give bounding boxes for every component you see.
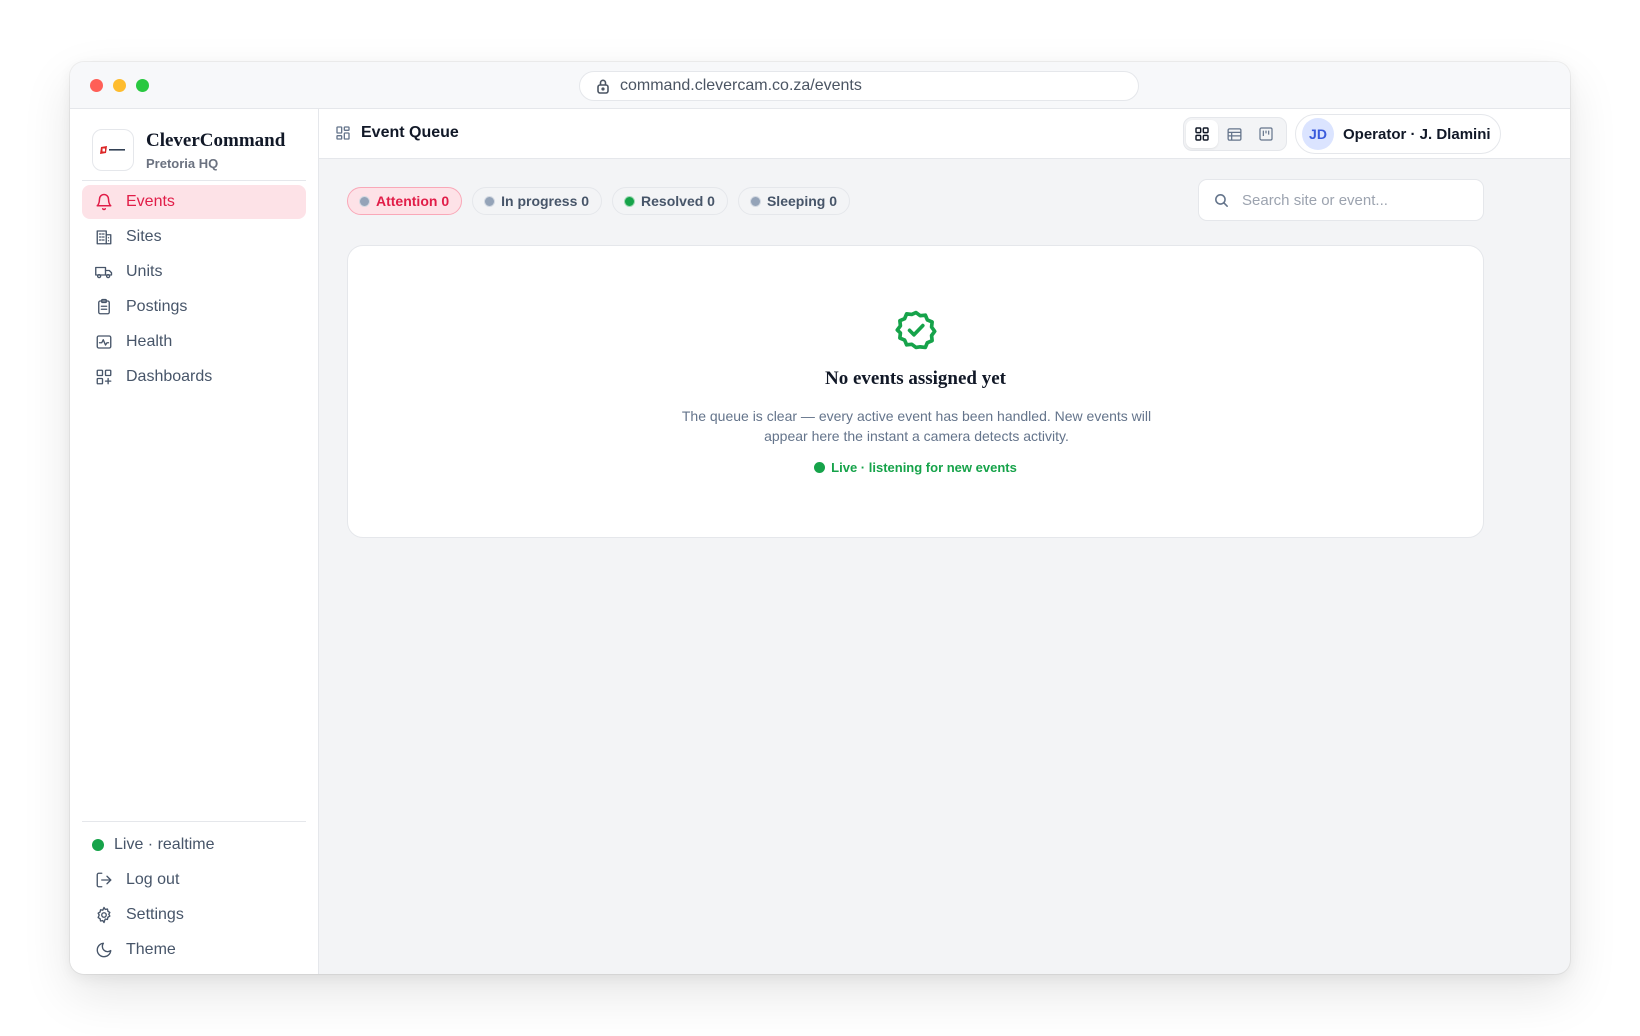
page-title: Event Queue bbox=[335, 124, 459, 142]
search-icon bbox=[1215, 193, 1228, 207]
status-dot bbox=[359, 195, 370, 207]
empty-state-description: The queue is clear — every active event … bbox=[681, 408, 1152, 444]
user-menu[interactable]: JD Operator · J. Dlamini bbox=[1295, 114, 1501, 154]
browser-titlebar: command.clevercam.co.za/events bbox=[70, 62, 1570, 109]
live-status: Live · realtime bbox=[82, 828, 306, 862]
activity-icon bbox=[94, 332, 114, 352]
sidebar-item-events[interactable]: Events bbox=[82, 185, 306, 219]
lock-icon bbox=[597, 79, 609, 94]
sidebar-item-units[interactable]: Units bbox=[82, 255, 306, 289]
clipboard-icon bbox=[94, 297, 114, 317]
chip-label: Sleeping 0 bbox=[766, 193, 837, 209]
chip-label: In progress 0 bbox=[501, 193, 590, 209]
moon-icon bbox=[94, 940, 114, 960]
app-window: command.clevercam.co.za/events CleverCom… bbox=[70, 62, 1570, 974]
live-status-label: Live · realtime bbox=[114, 836, 215, 853]
search-box bbox=[1198, 179, 1484, 221]
close-window-button[interactable] bbox=[90, 79, 103, 92]
board-view-button[interactable] bbox=[1250, 120, 1282, 148]
gear-icon bbox=[94, 905, 114, 925]
grid-view-button[interactable] bbox=[1186, 120, 1218, 148]
sidebar-footer: Live · realtime Log out Settings Theme bbox=[82, 828, 306, 968]
live-indicator-text: Live · listening for new events bbox=[831, 460, 1017, 475]
status-dot bbox=[484, 195, 496, 207]
brand-name: CleverCommand bbox=[146, 129, 286, 151]
sidebar-item-dashboards[interactable]: Dashboards bbox=[82, 360, 306, 394]
user-name: Operator · J. Dlamini bbox=[1343, 125, 1491, 143]
empty-state-title: No events assigned yet bbox=[824, 368, 1007, 389]
view-mode-toggle bbox=[1183, 117, 1287, 151]
layout-icon bbox=[336, 126, 350, 140]
badge-check-icon bbox=[895, 310, 937, 350]
sidebar-item-sites[interactable]: Sites bbox=[82, 220, 306, 254]
settings-button[interactable]: Settings bbox=[82, 898, 306, 932]
status-dot bbox=[624, 195, 636, 207]
filter-chip-resolved[interactable]: Resolved 0 bbox=[612, 187, 728, 215]
sidebar: CleverCommand Pretoria HQ Events Sites U… bbox=[70, 109, 319, 974]
search-input[interactable] bbox=[1242, 191, 1472, 209]
filter-chip-in-progress[interactable]: In progress 0 bbox=[472, 187, 603, 215]
sidebar-divider bbox=[82, 180, 306, 181]
maximize-window-button[interactable] bbox=[136, 79, 149, 92]
sidebar-divider bbox=[82, 821, 306, 822]
settings-label: Settings bbox=[126, 906, 184, 923]
table-list-icon bbox=[1226, 127, 1242, 141]
main-content: Attention 0 In progress 0 Resolved 0 Sle… bbox=[319, 159, 1570, 974]
logout-label: Log out bbox=[126, 871, 180, 888]
sidebar-item-health[interactable]: Health bbox=[82, 325, 306, 359]
sidebar-item-label: Postings bbox=[126, 298, 188, 315]
theme-button[interactable]: Theme bbox=[82, 933, 306, 967]
brand[interactable]: CleverCommand Pretoria HQ bbox=[92, 129, 285, 171]
sidebar-nav: Events Sites Units Postings Health Dashb… bbox=[82, 185, 306, 395]
building-icon bbox=[94, 227, 114, 247]
chip-label: Resolved 0 bbox=[641, 193, 715, 209]
grid-icon bbox=[1195, 127, 1209, 141]
sidebar-item-label: Units bbox=[126, 263, 163, 280]
status-filters: Attention 0 In progress 0 Resolved 0 Sle… bbox=[347, 187, 860, 215]
theme-label: Theme bbox=[126, 941, 176, 958]
logout-icon bbox=[94, 870, 114, 890]
dashboard-grid-icon bbox=[94, 367, 114, 387]
logout-button[interactable]: Log out bbox=[82, 863, 306, 897]
main-header: Event Queue JD Operator · J. Dlamini bbox=[319, 109, 1570, 159]
bell-icon bbox=[94, 192, 114, 212]
live-status-dot bbox=[92, 839, 104, 851]
chip-label: Attention 0 bbox=[376, 193, 450, 209]
url-text: command.clevercam.co.za/events bbox=[620, 77, 862, 94]
sidebar-item-label: Health bbox=[126, 333, 173, 350]
avatar: JD bbox=[1302, 118, 1334, 150]
sidebar-item-postings[interactable]: Postings bbox=[82, 290, 306, 324]
truck-icon bbox=[94, 262, 114, 282]
brand-subtitle: Pretoria HQ bbox=[146, 155, 219, 171]
live-indicator: Live · listening for new events bbox=[348, 460, 1483, 475]
sidebar-item-label: Sites bbox=[126, 228, 162, 245]
empty-state-card: No events assigned yet The queue is clea… bbox=[347, 245, 1484, 538]
status-dot bbox=[749, 195, 761, 207]
sidebar-item-label: Events bbox=[126, 193, 175, 210]
sidebar-item-label: Dashboards bbox=[126, 368, 213, 385]
kanban-icon bbox=[1259, 127, 1273, 141]
filter-chip-attention[interactable]: Attention 0 bbox=[347, 187, 463, 215]
page-title-text: Event Queue bbox=[361, 124, 459, 141]
address-bar[interactable]: command.clevercam.co.za/events bbox=[579, 71, 1139, 101]
brand-logo bbox=[92, 129, 134, 171]
list-view-button[interactable] bbox=[1218, 120, 1250, 148]
live-dot bbox=[814, 462, 826, 473]
filter-chip-sleeping[interactable]: Sleeping 0 bbox=[737, 187, 850, 215]
minimize-window-button[interactable] bbox=[113, 79, 126, 92]
